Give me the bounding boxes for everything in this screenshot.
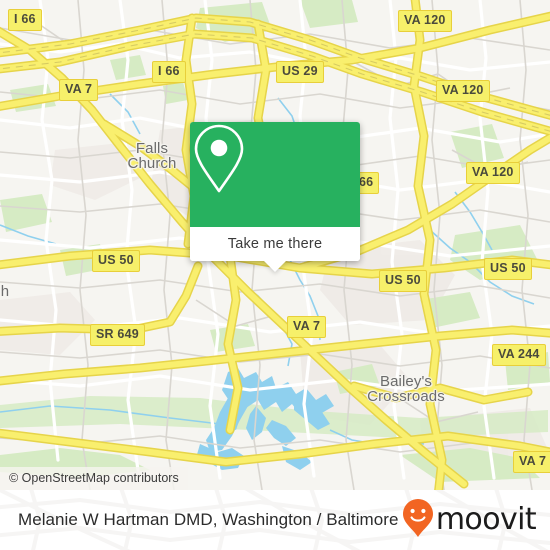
moovit-smiley-pin-icon (402, 498, 434, 543)
shield-va-120-e: VA 120 (466, 162, 520, 184)
shield-va-120-n: VA 120 (398, 10, 452, 32)
screenshot-root: Falls Church Bailey's Crossroads h I 66 I … (0, 0, 550, 550)
shield-us-50-w: US 50 (92, 250, 140, 272)
shield-us-50-c: US 50 (379, 270, 427, 292)
popup-card-pointer (264, 261, 286, 272)
shield-i-66-n: I 66 (152, 61, 186, 83)
shield-va-244: VA 244 (492, 344, 546, 366)
moovit-logo[interactable]: moovit (402, 498, 537, 543)
shield-va-7-nw: VA 7 (59, 79, 99, 101)
shield-i-66-nw: I 66 (8, 9, 42, 31)
location-popup-card[interactable]: Take me there (190, 122, 360, 272)
shield-va-7-se: VA 7 (513, 451, 550, 473)
shield-va-120-ne: VA 120 (436, 80, 490, 102)
moovit-wordmark: moovit (435, 502, 537, 537)
footer-bar: Melanie W Hartman DMD, Washington / Balt… (0, 490, 550, 550)
shield-us-29: US 29 (276, 61, 324, 83)
page-title: Melanie W Hartman DMD, Washington / Balt… (18, 510, 399, 529)
take-me-there-button[interactable]: Take me there (190, 227, 360, 261)
map-attribution[interactable]: © OpenStreetMap contributors (0, 467, 188, 490)
take-me-there-label: Take me there (227, 236, 323, 252)
map-canvas[interactable]: Falls Church Bailey's Crossroads h I 66 I … (0, 0, 550, 490)
shield-us-50-e: US 50 (484, 258, 532, 280)
shield-va-7-c: VA 7 (287, 316, 327, 338)
attribution-text: © OpenStreetMap contributors (9, 471, 179, 485)
shield-sr-649: SR 649 (90, 324, 145, 346)
popup-card-header (190, 122, 360, 227)
